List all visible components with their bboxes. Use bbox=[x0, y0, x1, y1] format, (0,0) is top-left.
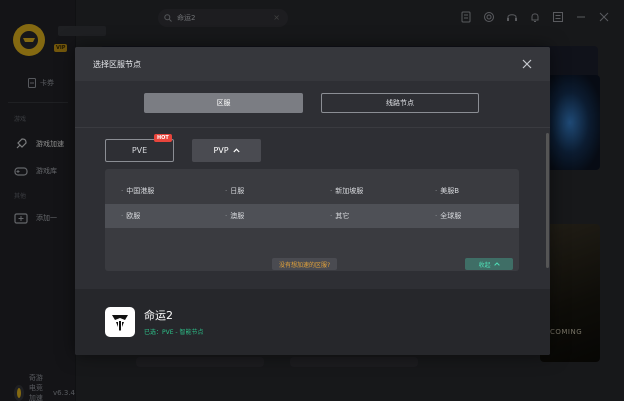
region-option-eu[interactable]: 欧服 bbox=[121, 204, 140, 228]
mode-pve-button[interactable]: PVE bbox=[105, 139, 174, 162]
region-option-other[interactable]: 其它 bbox=[330, 204, 349, 228]
region-option-au[interactable]: 澳服 bbox=[225, 204, 244, 228]
selected-game-bar: 命运2 已选：PVE - 智能节点 bbox=[75, 289, 550, 355]
region-node-dialog: 选择区服节点 区服 线路节点 PVE HOT PVP 中国港服 日服 新加坡服 … bbox=[75, 47, 550, 355]
mode-label: PVP bbox=[213, 146, 229, 155]
destiny-logo-icon bbox=[112, 315, 128, 331]
region-row: 欧服 澳服 其它 全球服 bbox=[105, 204, 519, 228]
collapse-button[interactable]: 收起 bbox=[465, 258, 513, 270]
hot-badge: HOT bbox=[154, 134, 172, 142]
region-option-jp[interactable]: 日服 bbox=[225, 179, 244, 203]
mode-label: PVE bbox=[131, 146, 148, 155]
dialog-title: 选择区服节点 bbox=[93, 59, 141, 69]
close-dialog-button[interactable] bbox=[521, 58, 533, 70]
region-option-hk[interactable]: 中国港服 bbox=[121, 179, 154, 203]
selected-node-text: 已选：PVE - 智能节点 bbox=[144, 329, 204, 336]
divider bbox=[75, 127, 550, 128]
region-row: 中国港服 日服 新加坡服 美服B bbox=[105, 179, 519, 203]
scrollbar[interactable] bbox=[546, 133, 549, 268]
close-icon bbox=[522, 59, 532, 69]
chevron-up-icon bbox=[232, 148, 240, 153]
region-list: 中国港服 日服 新加坡服 美服B 欧服 澳服 其它 全球服 bbox=[105, 169, 519, 271]
mode-pvp-button[interactable]: PVP bbox=[192, 139, 261, 162]
game-icon bbox=[105, 307, 135, 337]
region-option-sg[interactable]: 新加坡服 bbox=[330, 179, 363, 203]
region-option-global[interactable]: 全球服 bbox=[435, 204, 461, 228]
tab-route-node[interactable]: 线路节点 bbox=[321, 93, 479, 113]
dialog-tabs: 区服 线路节点 bbox=[75, 93, 550, 113]
chevron-up-icon bbox=[493, 262, 500, 266]
collapse-label: 收起 bbox=[478, 261, 491, 269]
dialog-header: 选择区服节点 bbox=[75, 47, 550, 81]
missing-region-link[interactable]: 没有想加速的区服? bbox=[272, 258, 338, 270]
game-name: 命运2 bbox=[144, 309, 173, 322]
tab-region[interactable]: 区服 bbox=[144, 93, 303, 113]
region-option-us-b[interactable]: 美服B bbox=[435, 179, 459, 203]
